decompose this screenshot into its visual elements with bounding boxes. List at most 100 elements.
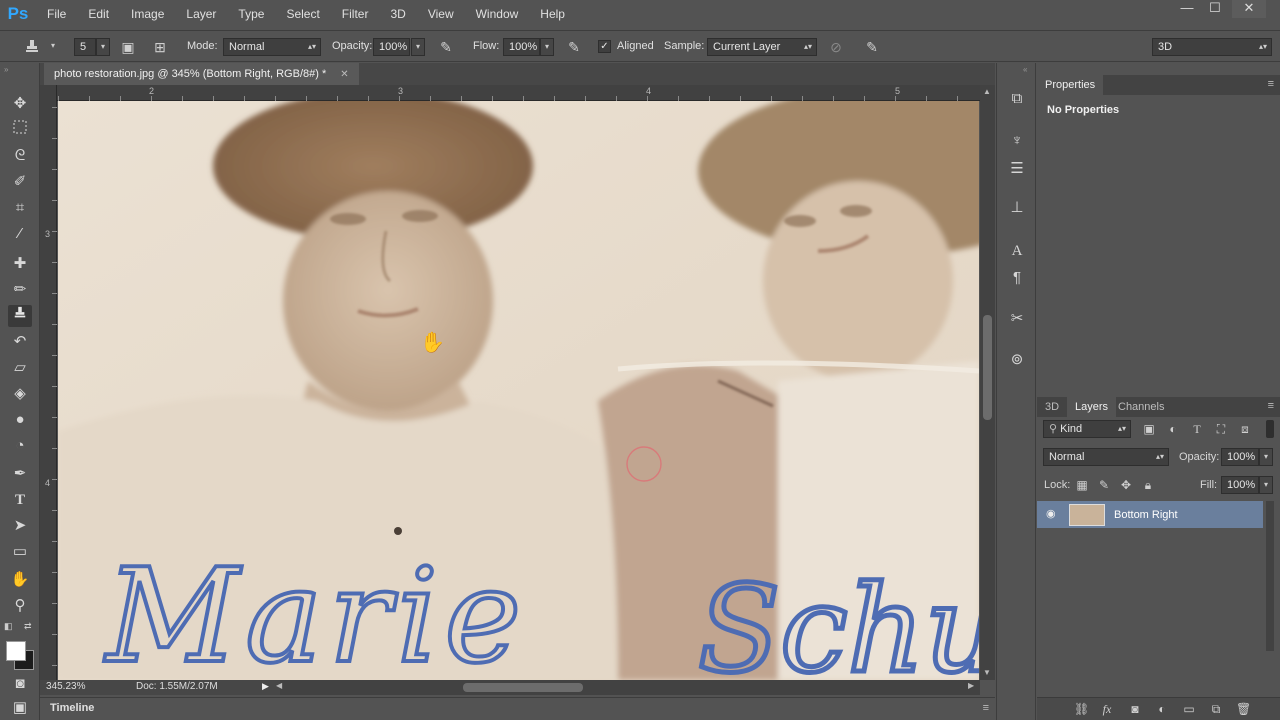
fill-dropdown-icon[interactable]: ▾ — [1259, 476, 1273, 494]
history-brush-tool-icon[interactable]: ↶ — [8, 331, 32, 353]
lock-image-icon[interactable]: ✎ — [1097, 478, 1111, 492]
crop-tool-icon[interactable]: ⌗ — [8, 197, 32, 219]
clone-stamp-tool-preset-icon[interactable] — [24, 39, 40, 55]
brush-panel-icon[interactable]: ▣ — [120, 39, 136, 55]
add-mask-icon[interactable]: ◙ — [1128, 702, 1142, 716]
adjustments-panel-icon[interactable]: ☰ — [1006, 158, 1028, 180]
timeline-panel-bar[interactable]: Timeline ≡ — [40, 697, 995, 720]
blend-mode-select[interactable]: Normal ▴▾ — [1043, 448, 1169, 466]
brush-picker-dropdown-icon[interactable]: ▾ — [96, 38, 110, 56]
tool-presets-icon[interactable]: ✂ — [1006, 308, 1028, 330]
scroll-down-icon[interactable]: ▼ — [983, 668, 991, 677]
character-panel-icon[interactable]: A — [1006, 240, 1028, 262]
close-button[interactable]: ✕ — [1232, 0, 1266, 18]
screen-mode-icon[interactable]: ▣ — [8, 697, 32, 719]
horizontal-scrollbar[interactable]: ◀ ▶ — [276, 680, 980, 695]
tab-3d[interactable]: 3D — [1037, 397, 1067, 417]
flow-dropdown-icon[interactable]: ▾ — [540, 38, 554, 56]
layer-style-fx-icon[interactable]: fx — [1100, 702, 1114, 716]
layer-row[interactable]: ◉ Bottom Right — [1037, 501, 1263, 528]
blur-tool-icon[interactable]: ● — [8, 409, 32, 431]
layer-filter-select[interactable]: ⚲ Kind ▴▾ — [1043, 420, 1131, 438]
close-tab-icon[interactable]: ✕ — [340, 69, 348, 80]
hand-tool-icon[interactable]: ✋ — [8, 569, 32, 591]
layer-opacity-dropdown-icon[interactable]: ▾ — [1259, 448, 1273, 466]
menu-help[interactable]: Help — [529, 0, 576, 28]
zoom-tool-icon[interactable]: ⚲ — [8, 595, 32, 617]
pen-tool-icon[interactable]: ✒ — [8, 463, 32, 485]
zoom-level[interactable]: 345.23% — [46, 681, 85, 692]
type-tool-icon[interactable]: T — [8, 489, 32, 511]
tab-channels[interactable]: Channels — [1110, 397, 1172, 417]
link-layers-icon[interactable]: ⛓ — [1074, 702, 1089, 716]
maximize-button[interactable]: ☐ — [1198, 0, 1232, 18]
new-layer-icon[interactable]: ⧉ — [1209, 702, 1223, 716]
filter-toggle-switch[interactable] — [1266, 420, 1274, 438]
layer-opacity-field[interactable]: 100% — [1221, 448, 1259, 466]
menu-layer[interactable]: Layer — [175, 0, 227, 28]
tab-layers[interactable]: Layers — [1067, 397, 1117, 417]
swap-colors-icon[interactable]: ⇄ — [24, 621, 32, 632]
clone-source-panel-icon[interactable]: ⊞ — [152, 39, 168, 55]
eraser-tool-icon[interactable]: ▱ — [8, 357, 32, 379]
foreground-color-swatch[interactable] — [6, 641, 26, 661]
menu-edit[interactable]: Edit — [77, 0, 120, 28]
sample-select[interactable]: Current Layer ▴▾ — [707, 38, 817, 56]
clone-stamp-tool-icon[interactable] — [8, 305, 32, 327]
horizontal-scroll-thumb[interactable] — [463, 683, 583, 692]
panel-menu-icon[interactable]: ≡ — [1268, 78, 1274, 90]
flow-field[interactable]: 100% — [503, 38, 540, 56]
filter-smart-object-icon[interactable]: ⧈ — [1238, 422, 1252, 436]
clone-source-icon[interactable]: ⊥ — [1006, 197, 1028, 219]
tab-properties[interactable]: Properties — [1037, 75, 1104, 95]
rectangle-tool-icon[interactable]: ▭ — [8, 541, 32, 563]
status-menu-icon[interactable]: ▶ — [262, 681, 269, 692]
filter-adjustment-icon[interactable]: ◐ — [1166, 422, 1180, 436]
paint-bucket-tool-icon[interactable]: ◈ — [8, 383, 32, 405]
path-selection-tool-icon[interactable]: ➤ — [8, 515, 32, 537]
lock-position-icon[interactable]: ✥ — [1119, 478, 1133, 492]
opacity-dropdown-icon[interactable]: ▾ — [411, 38, 425, 56]
filter-type-icon[interactable]: T — [1190, 422, 1204, 436]
scroll-up-icon[interactable]: ▲ — [983, 87, 991, 96]
filter-shape-icon[interactable]: ⛶ — [1214, 422, 1228, 436]
menu-window[interactable]: Window — [465, 0, 530, 28]
new-adjustment-layer-icon[interactable]: ◐ — [1155, 702, 1169, 716]
quick-selection-tool-icon[interactable]: ✐ — [8, 171, 32, 193]
panel-menu-icon[interactable]: ≡ — [1268, 400, 1274, 412]
mode-select[interactable]: Normal ▴▾ — [223, 38, 321, 56]
panel-menu-icon[interactable]: ≡ — [983, 702, 989, 714]
menu-view[interactable]: View — [417, 0, 465, 28]
new-group-icon[interactable]: ▭ — [1182, 702, 1196, 716]
workspace-select[interactable]: 3D ▴▾ — [1152, 38, 1272, 56]
layer-name[interactable]: Bottom Right — [1114, 509, 1178, 521]
menu-type[interactable]: Type — [227, 0, 275, 28]
healing-brush-tool-icon[interactable]: ✚ — [8, 253, 32, 275]
menu-file[interactable]: File — [36, 0, 77, 28]
default-colors-icon[interactable]: ◧ — [4, 621, 13, 632]
brush-presets-icon[interactable]: ♆ — [1006, 130, 1028, 152]
eyedropper-tool-icon[interactable]: ⁄ — [8, 223, 32, 245]
scroll-right-icon[interactable]: ▶ — [968, 681, 974, 690]
lock-transparent-icon[interactable]: ▦ — [1075, 478, 1089, 492]
delete-layer-icon[interactable]: 🗑︎ — [1236, 702, 1251, 716]
vertical-scrollbar[interactable]: ▲ ▼ — [980, 85, 995, 680]
quick-mask-icon[interactable]: ◙ — [8, 673, 32, 695]
dodge-tool-icon[interactable]: ◔ — [8, 435, 32, 457]
menu-image[interactable]: Image — [120, 0, 175, 28]
history-panel-icon[interactable]: ⧉ — [1006, 88, 1028, 110]
airbrush-icon[interactable]: ✎ — [566, 39, 582, 55]
expand-panels-icon[interactable]: « — [1023, 65, 1027, 74]
brush-size-field[interactable]: 5 — [74, 38, 96, 56]
pressure-opacity-icon[interactable]: ✎ — [438, 39, 454, 55]
lasso-tool-icon[interactable]: ᘓ — [8, 145, 32, 167]
marquee-tool-icon[interactable] — [8, 119, 32, 141]
brush-tool-icon[interactable]: ✏ — [8, 279, 32, 301]
vertical-scroll-thumb[interactable] — [983, 315, 992, 420]
document-tab[interactable]: photo restoration.jpg @ 345% (Bottom Rig… — [44, 63, 359, 85]
scroll-left-icon[interactable]: ◀ — [276, 681, 282, 690]
paragraph-panel-icon[interactable]: ¶ — [1006, 267, 1028, 289]
aligned-checkbox[interactable]: ✓ — [598, 40, 611, 53]
opacity-field[interactable]: 100% — [373, 38, 410, 56]
ignore-adjustment-layers-icon[interactable]: ⊘ — [828, 39, 844, 55]
